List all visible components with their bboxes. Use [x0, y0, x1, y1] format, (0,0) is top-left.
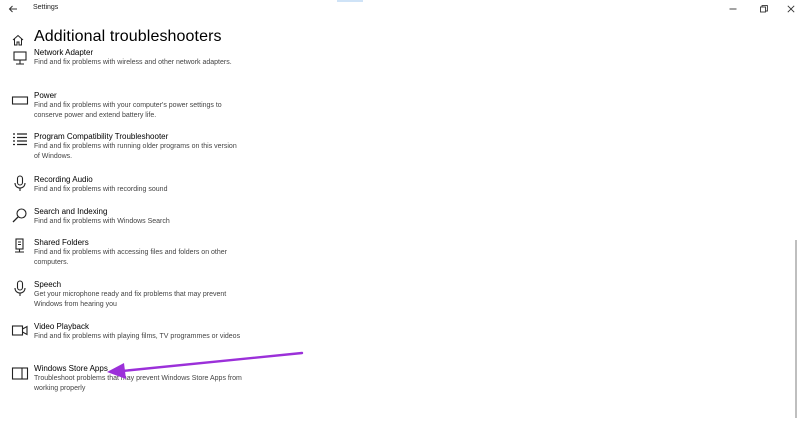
troubleshooter-description: Find and fix problems with wireless and …	[34, 59, 232, 66]
troubleshooter-description: Troubleshoot problems that may prevent W…	[34, 375, 242, 392]
minimize-button[interactable]	[727, 3, 739, 15]
home-button[interactable]	[11, 33, 25, 47]
troubleshooter-name: Power	[34, 91, 57, 100]
troubleshooter-description: Find and fix problems with running older…	[34, 143, 237, 160]
microphone-icon	[11, 175, 29, 193]
store-app-icon	[11, 365, 29, 383]
window-title: Settings	[33, 4, 59, 11]
troubleshooter-description: Find and fix problems with your computer…	[34, 102, 222, 119]
troubleshooter-name: Speech	[34, 280, 62, 289]
troubleshooter-name: Shared Folders	[34, 238, 89, 247]
back-arrow-icon	[8, 5, 17, 13]
video-camera-icon	[11, 322, 29, 340]
page-title: Additional troubleshooters	[34, 28, 222, 45]
shared-folder-icon	[11, 238, 29, 256]
troubleshooter-description: Get your microphone ready and fix proble…	[34, 291, 227, 308]
home-icon	[12, 34, 24, 46]
close-button[interactable]	[785, 3, 797, 15]
troubleshooter-name: Program Compatibility Troubleshooter	[34, 132, 169, 141]
troubleshooter-name: Windows Store Apps	[34, 364, 108, 373]
microphone-icon	[11, 280, 29, 298]
troubleshooter-name: Video Playback	[34, 322, 89, 331]
close-icon	[787, 5, 795, 13]
search-icon	[11, 207, 29, 225]
restore-icon	[760, 5, 768, 13]
battery-icon	[11, 92, 29, 110]
troubleshooter-description: Find and fix problems with recording sou…	[34, 186, 168, 193]
title-bar: Settings	[0, 0, 800, 18]
maximize-button[interactable]	[758, 3, 770, 15]
troubleshooter-description: Find and fix problems with accessing fil…	[34, 249, 227, 266]
troubleshooter-name: Network Adapter	[34, 48, 94, 57]
scrollbar-thumb[interactable]	[795, 240, 797, 418]
network-adapter-icon	[11, 50, 29, 68]
focus-indicator	[337, 0, 363, 2]
troubleshooter-name: Search and Indexing	[34, 207, 108, 216]
minimize-icon	[729, 8, 737, 10]
troubleshooter-name: Recording Audio	[34, 175, 93, 184]
list-icon	[11, 132, 29, 150]
troubleshooter-description: Find and fix problems with Windows Searc…	[34, 218, 170, 225]
back-button[interactable]	[6, 2, 20, 16]
troubleshooter-description: Find and fix problems with playing films…	[34, 333, 241, 340]
settings-window: Settings Additional troubleshooters Netw…	[0, 0, 800, 428]
